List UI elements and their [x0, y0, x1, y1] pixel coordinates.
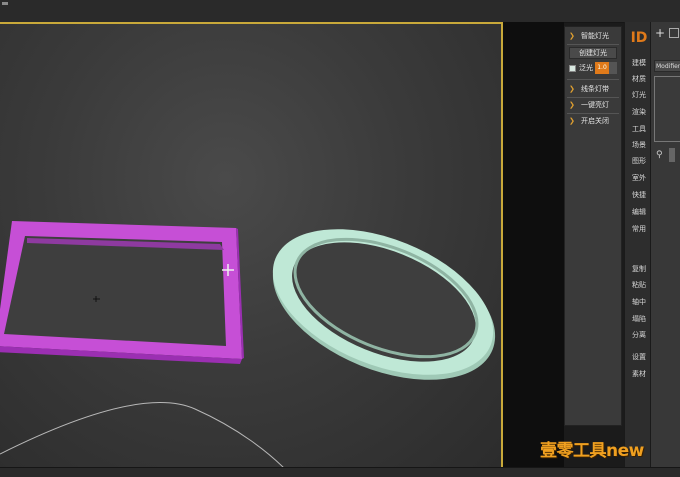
divider: [567, 79, 619, 80]
menu-item-assets[interactable]: 素材: [629, 367, 649, 381]
omni-checkbox[interactable]: [569, 65, 576, 72]
menu-item-center-pivot[interactable]: 轴中: [629, 295, 649, 309]
modify-tab-icon[interactable]: [669, 28, 679, 38]
menu-item-scene[interactable]: 场景: [629, 138, 649, 152]
value-spinner[interactable]: [609, 62, 617, 74]
menu-item-render[interactable]: 渲染: [629, 105, 649, 119]
divider: [567, 44, 619, 45]
pin-stack-icon[interactable]: ⚲: [656, 150, 663, 160]
menu-item-shapes[interactable]: 图形: [629, 154, 649, 168]
chevron-right-icon: ❯: [569, 117, 575, 125]
rectangle-frame-object[interactable]: [0, 221, 244, 364]
menu-item-outdoor[interactable]: 室外: [629, 171, 649, 185]
omni-label: 泛光: [579, 64, 593, 72]
chevron-right-icon: ❯: [569, 32, 575, 40]
modifier-list-dropdown[interactable]: Modifier List: [654, 60, 680, 72]
smart-light-item[interactable]: ❯ 智能灯光: [565, 29, 621, 43]
menu-item-common[interactable]: 常用: [629, 222, 649, 236]
window-icon: [2, 2, 8, 5]
menu-item-modeling[interactable]: 建模: [629, 56, 649, 70]
menu-item-light[interactable]: 灯光: [629, 88, 649, 102]
create-light-button[interactable]: 创建灯光: [569, 47, 617, 59]
tool-side-menu: ID 建模 材质 灯光 渲染 工具 场景 图形 室外 快捷 编辑 常用 复制 粘…: [624, 22, 651, 467]
show-end-result-icon[interactable]: [669, 148, 675, 162]
menu-item-material[interactable]: 材质: [629, 72, 649, 86]
chevron-right-icon: ❯: [569, 101, 575, 109]
menu-item-detach[interactable]: 分离: [629, 328, 649, 342]
command-panel: + Modifier List ⚲: [650, 22, 680, 467]
lighting-plugin-panel: ❯ 智能灯光 创建灯光 泛光 1.0 ❯ 线条灯带 ❯ 一键亮灯 ❯ 开启关闭: [564, 26, 622, 426]
light-value-field[interactable]: 1.0: [595, 62, 609, 74]
menu-item-edit[interactable]: 编辑: [629, 205, 649, 219]
spline-curve[interactable]: [0, 402, 285, 467]
menu-item-collapse[interactable]: 塌陷: [629, 312, 649, 326]
menu-item-tools[interactable]: 工具: [629, 122, 649, 136]
viewport-gutter: [503, 22, 564, 467]
ring-object[interactable]: [252, 200, 503, 409]
viewport-scene: [0, 200, 503, 467]
title-bar: [0, 0, 680, 23]
line-light-strip-item[interactable]: ❯ 线条灯带: [565, 82, 621, 96]
perspective-viewport[interactable]: [0, 22, 503, 467]
create-plus-icon[interactable]: +: [655, 26, 665, 40]
menu-item-paste[interactable]: 粘贴: [629, 278, 649, 292]
menu-item-copy[interactable]: 复制: [629, 262, 649, 276]
toggle-on-off-item[interactable]: ❯ 开启关闭: [565, 114, 621, 128]
one-key-light-item[interactable]: ❯ 一键亮灯: [565, 98, 621, 112]
modifier-stack[interactable]: [654, 76, 680, 142]
menu-item-settings[interactable]: 设置: [629, 350, 649, 364]
chevron-right-icon: ❯: [569, 85, 575, 93]
menu-item-shortcut[interactable]: 快捷: [629, 188, 649, 202]
plugin-logo-icon: ID: [630, 30, 648, 46]
watermark-text: 壹零工具new: [540, 441, 644, 461]
